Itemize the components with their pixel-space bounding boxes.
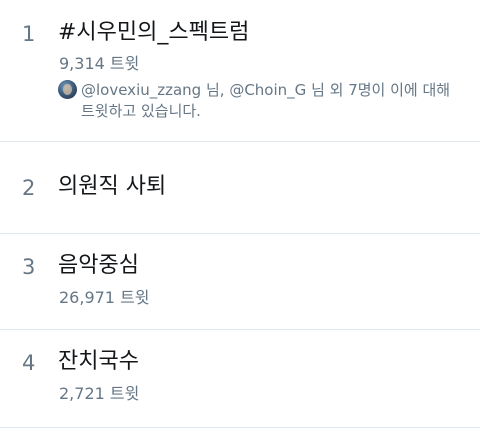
trend-item-3[interactable]: 3 음악중심 26,971 트윗	[0, 234, 480, 329]
trend-item-1[interactable]: 1 #시우민의_스펙트럼 9,314 트윗 @lovexiu_zzang 님, …	[0, 0, 480, 141]
trend-rank: 2	[22, 176, 36, 200]
trend-name[interactable]: 잔치국수	[58, 351, 139, 373]
trend-item-2[interactable]: 2 의원직 사퇴	[0, 142, 480, 233]
trend-name[interactable]: #시우민의_스펙트럼	[58, 22, 249, 44]
context-text: 트윗하고 있습니다.	[81, 102, 201, 120]
context-user-link[interactable]: @lovexiu_zzang	[81, 81, 201, 99]
trend-tweet-count: 2,721 트윗	[59, 384, 140, 403]
trend-tweet-count: 9,314 트윗	[59, 54, 140, 73]
trend-item-4[interactable]: 4 잔치국수 2,721 트윗	[0, 330, 480, 431]
trend-rank: 4	[22, 351, 36, 375]
trend-context: @lovexiu_zzang 님, @Choin_G 님 외 7명이 이에 대해…	[58, 80, 468, 122]
trend-rank: 3	[22, 255, 36, 279]
context-text: 님,	[201, 81, 230, 99]
context-text: 님 외 7명이 이에 대해	[306, 81, 451, 99]
trend-tweet-count: 26,971 트윗	[59, 288, 150, 307]
trends-list: 1 #시우민의_스펙트럼 9,314 트윗 @lovexiu_zzang 님, …	[0, 0, 480, 431]
trend-rank: 1	[22, 22, 36, 46]
trend-name[interactable]: 음악중심	[58, 255, 139, 277]
context-user-link[interactable]: @Choin_G	[229, 81, 306, 99]
trend-name[interactable]: 의원직 사퇴	[58, 176, 166, 198]
avatar	[58, 80, 77, 99]
divider	[0, 427, 480, 428]
